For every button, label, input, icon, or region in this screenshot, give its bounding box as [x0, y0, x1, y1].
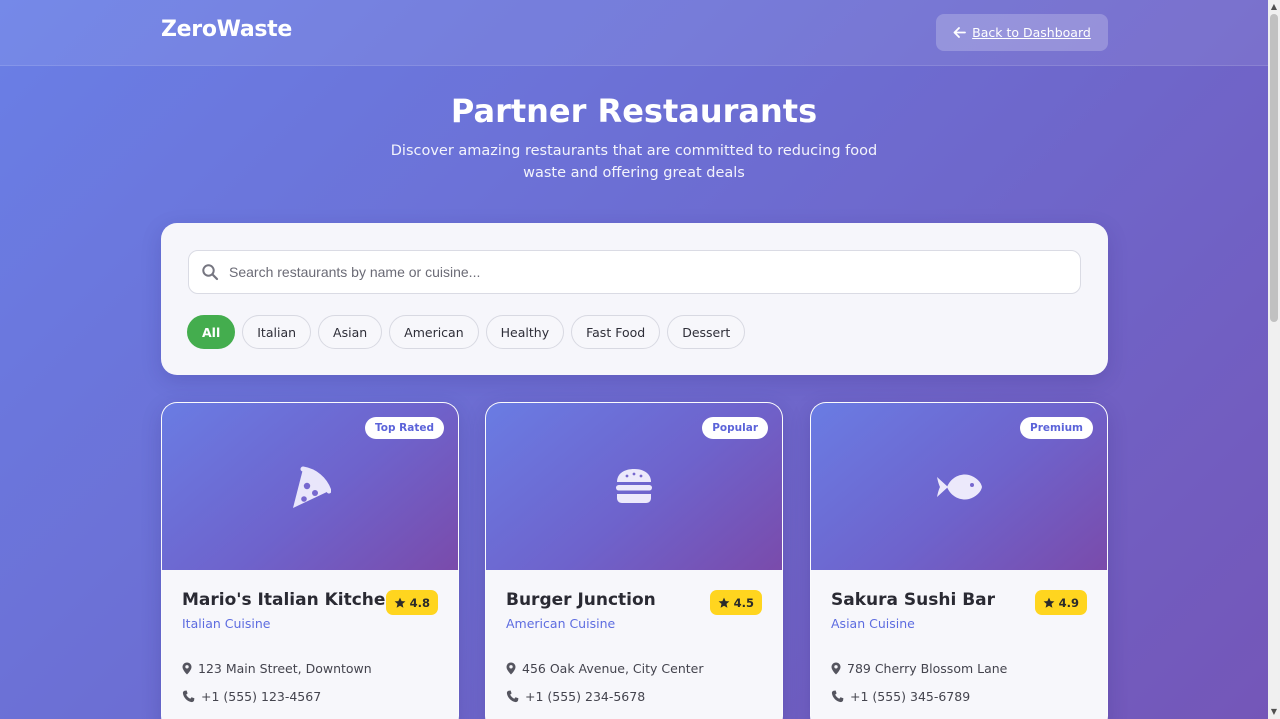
filter-chip-all[interactable]: All: [187, 315, 236, 349]
pizza-icon: [293, 466, 331, 508]
address-text: 123 Main Street, Downtown: [198, 661, 372, 676]
burger-icon: [616, 469, 652, 503]
star-icon: [1043, 597, 1055, 608]
search-icon: [202, 264, 219, 281]
card-image: Popular: [486, 403, 782, 570]
card-image: Premium: [811, 403, 1107, 570]
filter-chip-american[interactable]: American: [389, 315, 479, 349]
back-to-dashboard-button[interactable]: Back to Dashboard: [936, 14, 1108, 51]
restaurant-card[interactable]: Popular Burger Junction 4.5 American Cui…: [485, 402, 783, 719]
search-input[interactable]: [229, 251, 1069, 292]
phone-row: +1 (555) 123-4567: [182, 689, 321, 704]
star-icon: [394, 597, 406, 608]
phone-text: +1 (555) 345-6789: [850, 689, 971, 704]
fish-icon: [937, 474, 982, 500]
filter-chip-asian[interactable]: Asian: [318, 315, 383, 349]
map-pin-icon: [506, 662, 516, 675]
address-text: 789 Cherry Blossom Lane: [847, 661, 1008, 676]
rating-badge: 4.9: [1034, 590, 1087, 615]
phone-icon: [831, 690, 844, 703]
restaurant-name: Sakura Sushi Bar: [831, 590, 996, 610]
card-badge: Popular: [702, 417, 768, 439]
card-image: Top Rated: [162, 403, 458, 570]
card-badge: Premium: [1020, 417, 1093, 439]
restaurant-card[interactable]: Top Rated Mario's Italian Kitchen 4.8 It…: [161, 402, 459, 719]
cuisine-label: Italian Cuisine: [182, 616, 271, 631]
rating-badge: 4.5: [709, 590, 762, 615]
page-scrollbar[interactable]: ▲ ▼: [1268, 0, 1280, 719]
page-subtitle: Discover amazing restaurants that are co…: [390, 143, 878, 181]
phone-text: +1 (555) 234-5678: [525, 689, 646, 704]
rating-badge: 4.8: [385, 590, 438, 615]
filter-chip-healthy[interactable]: Healthy: [485, 315, 565, 349]
page-title: Partner Restaurants: [450, 92, 818, 130]
scrollbar-thumb[interactable]: [1270, 14, 1278, 322]
scroll-up-arrow-icon[interactable]: ▲: [1268, 1, 1280, 13]
back-button-label: Back to Dashboard: [972, 25, 1091, 40]
filter-chip-fast-food[interactable]: Fast Food: [571, 315, 661, 349]
phone-icon: [506, 690, 519, 703]
filter-chip-dessert[interactable]: Dessert: [667, 315, 746, 349]
rating-value: 4.8: [409, 595, 430, 610]
filter-panel: All Italian Asian American Healthy Fast …: [161, 223, 1108, 375]
card-badge: Top Rated: [365, 417, 444, 439]
filter-chips: All Italian Asian American Healthy Fast …: [187, 315, 746, 349]
cuisine-label: American Cuisine: [506, 616, 616, 631]
restaurant-card[interactable]: Premium Sakura Sushi Bar 4.9 Asian Cuisi…: [810, 402, 1108, 719]
map-pin-icon: [831, 662, 841, 675]
restaurant-name: Mario's Italian Kitchen: [182, 590, 398, 610]
address-row: 123 Main Street, Downtown: [182, 661, 372, 676]
scroll-down-arrow-icon[interactable]: ▼: [1268, 706, 1280, 718]
restaurant-name: Burger Junction: [506, 590, 656, 610]
rating-value: 4.5: [733, 595, 754, 610]
phone-text: +1 (555) 123-4567: [201, 689, 322, 704]
address-row: 456 Oak Avenue, City Center: [506, 661, 703, 676]
map-pin-icon: [182, 662, 192, 675]
phone-row: +1 (555) 345-6789: [831, 689, 970, 704]
filter-chip-italian[interactable]: Italian: [242, 315, 312, 349]
phone-icon: [182, 690, 195, 703]
search-box[interactable]: [188, 250, 1081, 294]
phone-row: +1 (555) 234-5678: [506, 689, 645, 704]
star-icon: [718, 597, 730, 608]
arrow-left-icon: [953, 27, 967, 38]
top-header: ZeroWaste Back to Dashboard: [0, 0, 1268, 66]
address-text: 456 Oak Avenue, City Center: [522, 661, 704, 676]
address-row: 789 Cherry Blossom Lane: [831, 661, 1007, 676]
brand-logo[interactable]: ZeroWaste: [161, 17, 292, 42]
cuisine-label: Asian Cuisine: [831, 616, 915, 631]
rating-value: 4.9: [1058, 595, 1079, 610]
